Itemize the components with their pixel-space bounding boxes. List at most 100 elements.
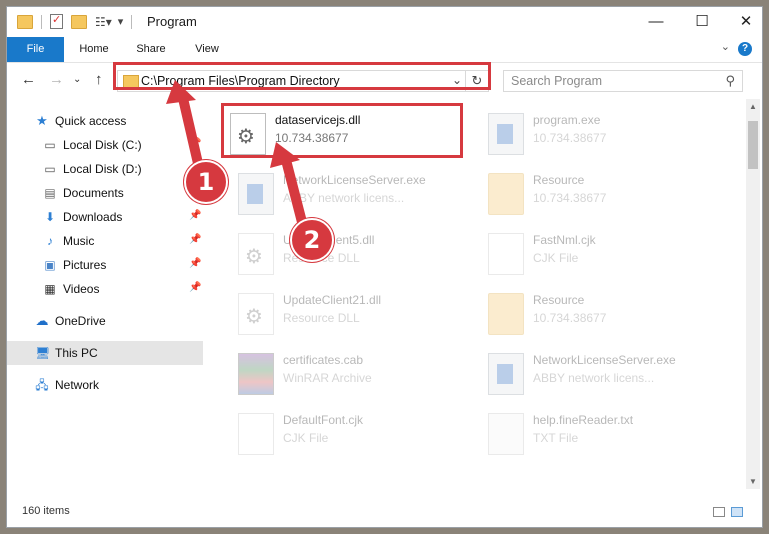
search-input[interactable]: Search Program — [511, 74, 602, 88]
sidebar-item-network[interactable]: 🖧 Network — [7, 373, 203, 397]
file-type: ABBY network licens... — [283, 191, 405, 205]
exe-file-icon — [488, 113, 524, 155]
large-icons-view-icon[interactable] — [731, 507, 743, 517]
file-item-network-license-server-2[interactable]: NetworkLicenseServer.exe ABBY network li… — [483, 345, 733, 401]
scroll-thumb[interactable] — [748, 121, 758, 169]
sidebar-item-documents[interactable]: ▤ Documents 📌 — [7, 181, 203, 205]
dropdown-arrow-icon[interactable]: ▾ — [118, 15, 124, 28]
separator — [41, 14, 42, 29]
tab-share[interactable]: Share — [125, 37, 177, 62]
sidebar-item-downloads[interactable]: ⬇ Downloads 📌 — [7, 205, 203, 229]
minimize-button[interactable]: — — [633, 7, 679, 37]
new-folder-icon[interactable] — [71, 14, 87, 29]
file-version: 10.734.38677 — [533, 131, 607, 145]
music-icon: ♪ — [47, 234, 53, 248]
file-item-defaultfont[interactable]: DefaultFont.cjk CJK File — [233, 405, 483, 461]
item-count: 160 items — [22, 505, 70, 517]
file-type: CJK File — [283, 431, 329, 445]
step-1-badge: 1 — [184, 160, 228, 204]
file-type: Resource DLL — [283, 311, 360, 325]
sidebar-item-music[interactable]: ♪ Music 📌 — [7, 229, 203, 253]
scroll-up-icon[interactable]: ▲ — [746, 102, 760, 111]
sidebar-item-label: Videos — [63, 282, 100, 296]
sidebar-item-videos[interactable]: ▦ Videos 📌 — [7, 277, 203, 301]
tab-file[interactable]: File — [7, 37, 64, 62]
forward-arrow-icon[interactable]: → — [49, 71, 64, 88]
sidebar-item-label: Downloads — [63, 210, 123, 224]
vertical-scrollbar[interactable]: ▲ ▼ — [746, 99, 760, 489]
file-item-updateclient21[interactable]: UpdateClient21.dll Resource DLL — [233, 285, 483, 341]
up-arrow-icon[interactable]: ↑ — [95, 71, 103, 88]
search-box[interactable]: Search Program ⚲ — [503, 70, 743, 92]
file-item-resource[interactable]: Resource 10.734.38677 — [483, 165, 733, 221]
file-name: Resource — [533, 173, 585, 187]
pin-icon[interactable]: 📌 — [189, 210, 201, 221]
file-type: WinRAR Archive — [283, 371, 372, 385]
file-item-certificates-cab[interactable]: certificates.cab WinRAR Archive — [233, 345, 483, 401]
file-type: ABBY network licens... — [533, 371, 655, 385]
pin-icon[interactable]: 📌 — [189, 138, 201, 149]
customize-toolbar-icon[interactable]: ☷▾ — [95, 15, 112, 29]
download-icon: ⬇ — [44, 210, 56, 224]
sidebar-item-onedrive[interactable]: ☁ OneDrive — [7, 309, 203, 333]
exe-file-icon — [238, 173, 274, 215]
sidebar-item-quick-access[interactable]: ★ Quick access — [7, 109, 203, 133]
address-bar-highlight — [113, 62, 491, 90]
file-type: TXT File — [533, 431, 579, 445]
maximize-button[interactable]: ☐ — [679, 7, 725, 37]
tab-home[interactable]: Home — [69, 37, 119, 62]
drive-icon: ▭ — [44, 138, 56, 152]
file-item-resource-2[interactable]: Resource 10.734.38677 — [483, 285, 733, 341]
title-bar: ☷▾ ▾ Program — ☐ ✕ — [7, 7, 762, 37]
ribbon-tabs: File Home Share View ⌄ ? — [7, 37, 762, 63]
step-2-badge: 2 — [290, 218, 334, 262]
archive-file-icon — [238, 353, 274, 395]
pin-icon[interactable]: 📌 — [189, 282, 201, 293]
videos-icon: ▦ — [44, 282, 56, 296]
folder-icon[interactable] — [17, 14, 33, 29]
sidebar-item-pictures[interactable]: ▣ Pictures 📌 — [7, 253, 203, 277]
file-name: program.exe — [533, 113, 601, 127]
sidebar-item-label: Documents — [63, 186, 124, 200]
folder-icon — [488, 173, 524, 215]
file-highlight — [221, 103, 463, 158]
file-name: DefaultFont.cjk — [283, 413, 364, 427]
file-item-fastnml[interactable]: FastNml.cjk CJK File — [483, 225, 733, 281]
folder-icon — [488, 293, 524, 335]
file-name: UpdateClient21.dll — [283, 293, 382, 307]
file-name: NetworkLicenseServer.exe — [533, 353, 676, 367]
network-icon: 🖧 — [35, 378, 49, 392]
pin-icon[interactable]: 📌 — [189, 258, 201, 269]
sidebar-item-label: Pictures — [63, 258, 107, 272]
sidebar-item-label: OneDrive — [55, 314, 106, 328]
window-title: Program — [147, 14, 197, 29]
details-view-icon[interactable] — [713, 507, 725, 517]
file-item-updateclient5[interactable]: UpdateClient5.dll Resource DLL — [233, 225, 483, 281]
file-item-network-license-server[interactable]: NetworkLicenseServer.exe ABBY network li… — [233, 165, 483, 221]
file-name: NetworkLicenseServer.exe — [283, 173, 426, 187]
tab-view[interactable]: View — [183, 37, 231, 62]
properties-icon[interactable] — [50, 13, 63, 29]
sidebar-item-label: Local Disk (C:) — [63, 138, 142, 152]
sidebar-item-local-disk-d[interactable]: ▭ Local Disk (D:) 📌 — [7, 157, 203, 181]
file-item-program-exe[interactable]: program.exe 10.734.38677 — [483, 105, 733, 161]
sidebar-item-this-pc[interactable]: 🖥 This PC — [7, 341, 203, 365]
close-button[interactable]: ✕ — [723, 7, 762, 37]
sidebar-item-local-disk-c[interactable]: ▭ Local Disk (C:) 📌 — [7, 133, 203, 157]
back-arrow-icon[interactable]: ← — [21, 71, 36, 88]
recent-locations-icon[interactable]: ⌄ — [73, 74, 81, 85]
file-version: 10.734.38677 — [533, 311, 607, 325]
document-file-icon — [488, 233, 524, 275]
dll-file-icon — [238, 293, 274, 335]
help-icon[interactable]: ? — [738, 42, 752, 56]
cloud-icon: ☁ — [35, 313, 49, 328]
file-name: Resource — [533, 293, 585, 307]
pin-icon[interactable]: 📌 — [189, 234, 201, 245]
scroll-down-icon[interactable]: ▼ — [746, 477, 760, 486]
separator — [131, 14, 133, 29]
file-item-help-txt[interactable]: help.fineReader.txt TXT File — [483, 405, 733, 461]
drive-icon: ▭ — [44, 162, 56, 176]
sidebar-item-label: Local Disk (D:) — [63, 162, 142, 176]
expand-ribbon-icon[interactable]: ⌄ — [721, 40, 730, 53]
search-icon[interactable]: ⚲ — [725, 73, 735, 89]
